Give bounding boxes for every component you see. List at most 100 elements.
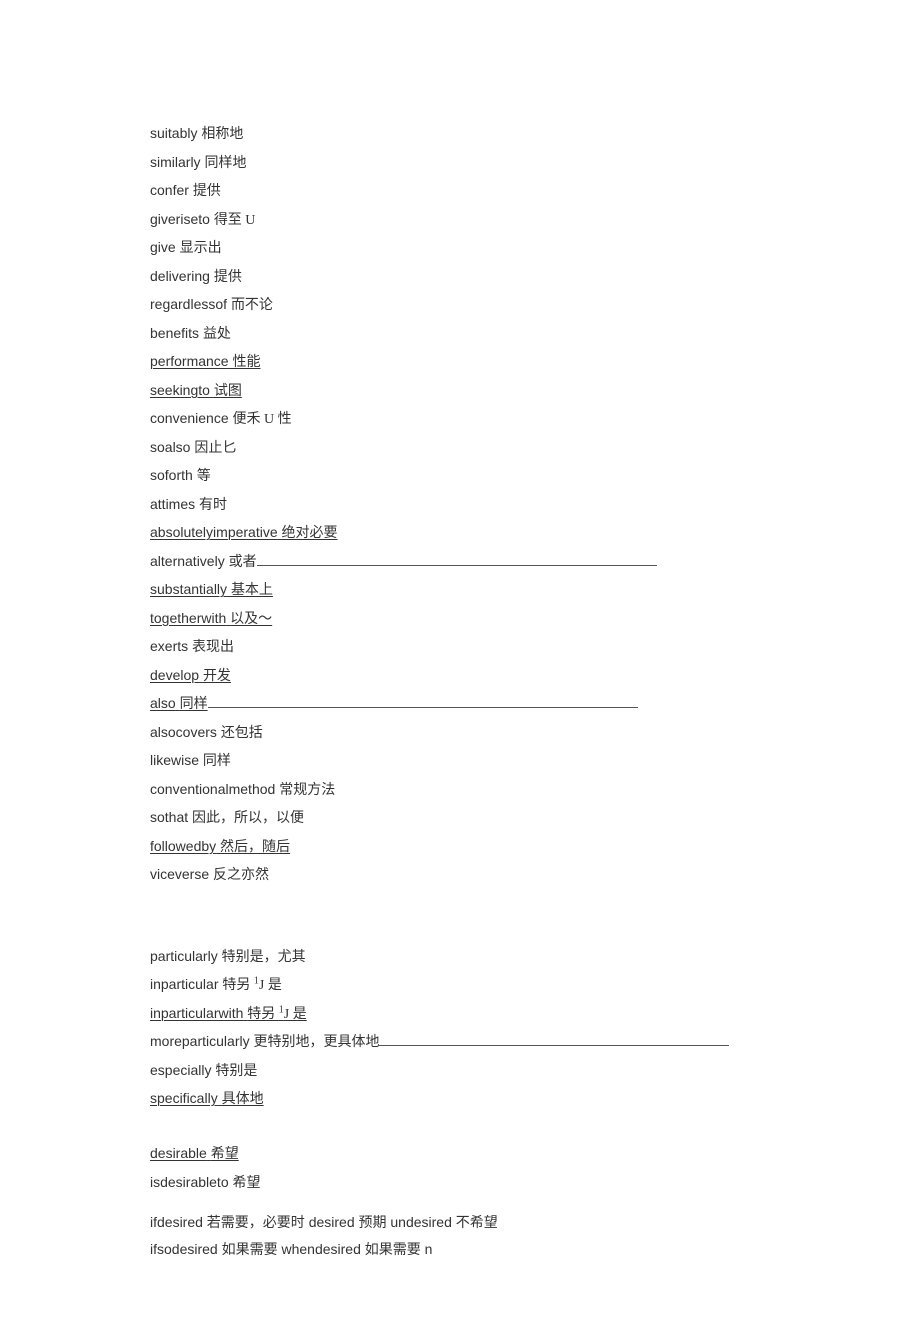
- line-text: soforth 等: [150, 467, 211, 483]
- vocab-line: togetherwith 以及〜: [150, 605, 770, 634]
- chinese-term: 同样: [203, 754, 231, 769]
- vocab-line: isdesirableto 希望: [150, 1169, 770, 1198]
- english-term: soforth: [150, 467, 193, 483]
- english-term: alternatively: [150, 553, 225, 569]
- vocab-line: also 同样: [150, 690, 770, 719]
- chinese-term: 具体地: [222, 1092, 264, 1107]
- underline-fill: [257, 551, 657, 566]
- line-text: suitably 相称地: [150, 125, 243, 141]
- chinese-term: 以及〜: [230, 612, 272, 627]
- underline-fill: [379, 1031, 729, 1046]
- vocab-line: develop 开发: [150, 662, 770, 691]
- vocab-line: convenience 便禾 U 性: [150, 405, 770, 434]
- line-text: likewise 同样: [150, 752, 231, 768]
- english-term: give: [150, 239, 176, 255]
- line-text: giveriseto 得至 U: [150, 211, 255, 227]
- english-term: similarly: [150, 154, 201, 170]
- chinese-term: 或者: [229, 555, 257, 570]
- blank-line: [150, 890, 770, 917]
- english-term: attimes: [150, 496, 195, 512]
- line-text: develop 开发: [150, 667, 231, 683]
- chinese-term: 同样地: [204, 156, 246, 171]
- chinese-term: 希望: [233, 1176, 261, 1191]
- vocab-line: benefits 益处: [150, 320, 770, 349]
- vocab-line: ifsodesired 如果需要 whendesired 如果需要 n: [150, 1236, 770, 1263]
- english-term: sothat: [150, 809, 188, 825]
- line-text: viceverse 反之亦然: [150, 866, 269, 882]
- english-term: convenience: [150, 410, 229, 426]
- vocab-line: particularly 特别是，尤其: [150, 943, 770, 972]
- underline-fill: [208, 693, 638, 708]
- line-text: delivering 提供: [150, 268, 242, 284]
- chinese-term: 同样: [180, 697, 208, 712]
- vocab-line: give 显示出: [150, 234, 770, 263]
- chinese-term: 而不论: [231, 298, 273, 313]
- line-text: sothat 因此，所以，以便: [150, 809, 304, 825]
- english-term: alsocovers: [150, 724, 217, 740]
- line-text: benefits 益处: [150, 325, 231, 341]
- line-text: ifsodesired 如果需要 whendesired 如果需要 n: [150, 1241, 432, 1257]
- vocab-line: substantially 基本上: [150, 576, 770, 605]
- chinese-term: 特另 1J 是: [222, 978, 281, 993]
- chinese-term: 益处: [203, 327, 231, 342]
- english-term: moreparticularly: [150, 1033, 250, 1049]
- chinese-term: 常规方法: [279, 783, 335, 798]
- vocab-line: conventionalmethod 常规方法: [150, 776, 770, 805]
- english-term: desirable: [150, 1145, 207, 1161]
- chinese-term: 便禾 U 性: [233, 412, 292, 427]
- vocab-line: soforth 等: [150, 462, 770, 491]
- vocab-line: attimes 有时: [150, 491, 770, 520]
- english-term: performance: [150, 353, 229, 369]
- line-text: ifdesired 若需要，必要时 desired 预期 undesired 不…: [150, 1214, 498, 1230]
- line-text: conventionalmethod 常规方法: [150, 781, 335, 797]
- chinese-term: 显示出: [180, 241, 222, 256]
- chinese-term: 因此，所以，以便: [192, 811, 304, 826]
- line-text: inparticular 特另 1J 是: [150, 976, 282, 992]
- english-term: exerts: [150, 638, 188, 654]
- english-term: viceverse: [150, 866, 209, 882]
- line-text: desirable 希望: [150, 1145, 239, 1161]
- english-term: suitably: [150, 125, 197, 141]
- half-gap: [150, 1197, 770, 1209]
- vocab-line: delivering 提供: [150, 263, 770, 292]
- chinese-term: 特别是，尤其: [222, 950, 306, 965]
- vocab-line: especially 特别是: [150, 1057, 770, 1086]
- vocab-line: moreparticularly 更特别地，更具体地: [150, 1028, 770, 1057]
- chinese-term: 反之亦然: [213, 868, 269, 883]
- line-text: regardlessof 而不论: [150, 296, 273, 312]
- line-text: similarly 同样地: [150, 154, 246, 170]
- chinese-term: 基本上: [231, 583, 273, 598]
- vocab-line: giveriseto 得至 U: [150, 206, 770, 235]
- vocab-line: specifically 具体地: [150, 1085, 770, 1114]
- english-term: benefits: [150, 325, 199, 341]
- english-term: substantially: [150, 581, 227, 597]
- line-text: substantially 基本上: [150, 581, 273, 597]
- vocab-line: alsocovers 还包括: [150, 719, 770, 748]
- line-text: alsocovers 还包括: [150, 724, 263, 740]
- line-text: specifically 具体地: [150, 1090, 264, 1106]
- line-text: absolutelyimperative 绝对必要: [150, 524, 338, 540]
- vocab-line: exerts 表现出: [150, 633, 770, 662]
- line-text: isdesirableto 希望: [150, 1174, 261, 1190]
- line-text: convenience 便禾 U 性: [150, 410, 292, 426]
- chinese-term: 因止匕: [194, 441, 236, 456]
- vocab-line: alternatively 或者: [150, 548, 770, 577]
- line-text: performance 性能: [150, 353, 260, 369]
- english-term: conventionalmethod: [150, 781, 275, 797]
- vocab-line: similarly 同样地: [150, 149, 770, 178]
- english-term: inparticularwith: [150, 1005, 243, 1021]
- chinese-term: 性能: [232, 355, 260, 370]
- chinese-term: 提供: [214, 270, 242, 285]
- english-term: regardlessof: [150, 296, 227, 312]
- chinese-term: 特别是: [215, 1064, 257, 1079]
- chinese-term: 绝对必要: [282, 526, 338, 541]
- document-page: suitably 相称地 similarly 同样地 confer 提供 giveri…: [0, 0, 920, 1342]
- vocab-line: seekingto 试图: [150, 377, 770, 406]
- chinese-term: 等: [197, 469, 211, 484]
- vocab-line: likewise 同样: [150, 747, 770, 776]
- english-term: confer: [150, 182, 189, 198]
- line-text: especially 特别是: [150, 1062, 257, 1078]
- english-term: especially: [150, 1062, 211, 1078]
- line-text: also 同样: [150, 690, 208, 719]
- line-text: inparticularwith 特另 1J 是: [150, 1005, 307, 1021]
